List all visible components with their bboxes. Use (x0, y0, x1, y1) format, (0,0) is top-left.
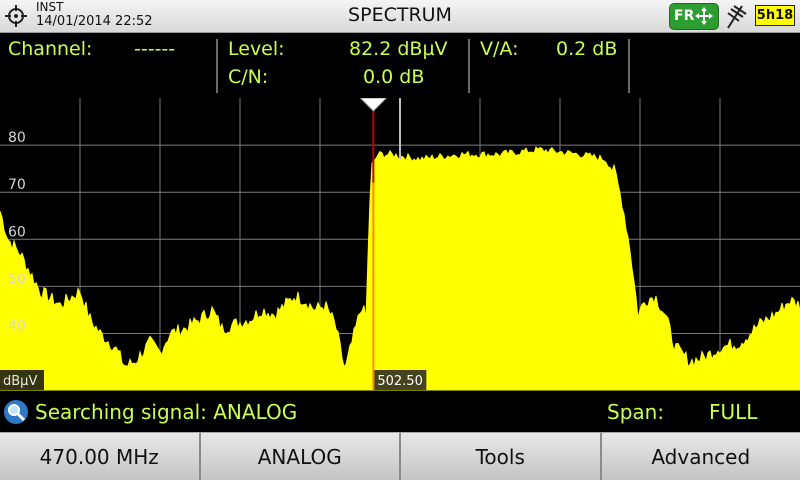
search-status-text: Searching signal: ANALOG (35, 400, 298, 424)
marker-frequency-label: 502.50 (377, 374, 423, 389)
frequency-button[interactable]: 470.00 MHz (0, 432, 201, 480)
status-bar: Searching signal: ANALOG Span: FULL (0, 393, 800, 431)
antenna-icon (727, 5, 747, 29)
span-value[interactable]: FULL (709, 400, 757, 424)
signal-type-button[interactable]: ANALOG (200, 432, 401, 480)
level-label: Level: (228, 38, 285, 60)
measurement-readout: Channel: ------ Level: 82.2 dBµV C/N: 0.… (0, 33, 800, 97)
tools-button[interactable]: Tools (401, 432, 602, 480)
cn-value: 0.0 dB (363, 66, 425, 88)
va-label: V/A: (480, 38, 519, 60)
channel-label: Channel: (8, 38, 93, 60)
divider (216, 39, 218, 93)
search-icon (4, 400, 28, 424)
y-tick-label: 70 (8, 177, 26, 193)
channel-value: ------ (134, 38, 176, 60)
battery-icon: 5h18 (755, 5, 795, 26)
span-label: Span: (607, 400, 665, 424)
cn-label: C/N: (228, 66, 269, 88)
y-tick-label: 60 (8, 224, 26, 240)
level-value: 82.2 dBµV (349, 38, 448, 60)
divider (468, 39, 470, 93)
y-tick-label: 40 (8, 318, 26, 334)
va-value: 0.2 dB (556, 38, 618, 60)
y-tick-label: 50 (8, 271, 26, 287)
region-badge[interactable]: FR (669, 3, 719, 30)
top-status-bar: INST 14/01/2014 22:52 SPECTRUM FR 5h18 (0, 0, 800, 33)
advanced-button[interactable]: Advanced (601, 432, 800, 480)
divider (628, 39, 630, 93)
region-badge-label: FR (674, 8, 695, 24)
softkey-bar: 470.00 MHz ANALOG Tools Advanced (0, 432, 800, 480)
y-unit-label: dBµV (3, 374, 37, 389)
move-arrows-icon (695, 7, 713, 25)
spectrum-plot[interactable]: 40 50 60 70 80 dBµV 502.50 (0, 98, 800, 393)
y-tick-label: 80 (8, 130, 26, 146)
